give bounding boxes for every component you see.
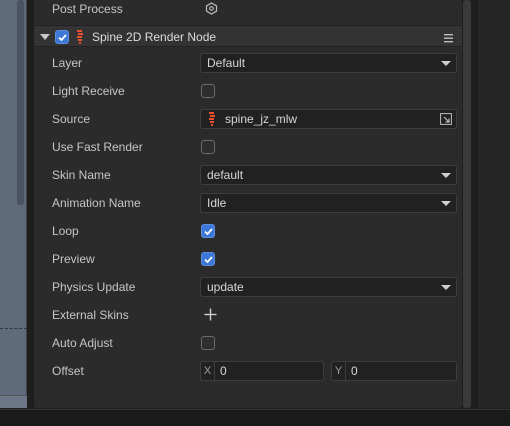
viewport-bottom-bar [0, 395, 27, 408]
inspector-scrollbar[interactable] [463, 0, 471, 408]
physics-update-select[interactable]: update [200, 277, 457, 297]
loop-row: Loop [34, 219, 462, 243]
offset-x-field[interactable]: X 0 [200, 361, 324, 381]
component-enabled-checkbox[interactable] [55, 30, 69, 44]
source-value: spine_jz_mlw [225, 112, 298, 126]
hexagon-icon[interactable] [205, 2, 218, 18]
chevron-down-icon [441, 201, 451, 206]
animation-name-row: Animation Name Idle [34, 191, 462, 215]
right-side-panel [477, 0, 510, 408]
viewport-guide-line [0, 328, 27, 329]
physics-update-label: Physics Update [52, 280, 136, 294]
skin-name-label: Skin Name [52, 168, 111, 182]
skin-name-row: Skin Name default [34, 163, 462, 187]
auto-adjust-label: Auto Adjust [52, 336, 113, 350]
spine-component-header[interactable]: Spine 2D Render Node [34, 25, 462, 47]
menu-icon[interactable] [444, 32, 453, 46]
layer-value: Default [207, 56, 246, 70]
physics-update-row: Physics Update update [34, 275, 462, 299]
add-icon[interactable] [204, 308, 217, 324]
layer-select[interactable]: Default [200, 53, 457, 73]
offset-y-field[interactable]: Y 0 [331, 361, 457, 381]
light-receive-checkbox[interactable] [201, 84, 215, 98]
skin-name-value: default [207, 168, 244, 182]
spine-icon [75, 30, 85, 47]
external-skins-label: External Skins [52, 308, 129, 322]
external-skins-row: External Skins [34, 303, 462, 327]
preview-label: Preview [52, 252, 95, 266]
collapse-arrow-icon[interactable] [40, 34, 50, 40]
light-receive-row: Light Receive [34, 79, 462, 103]
spine-icon [207, 112, 217, 129]
loop-label: Loop [52, 224, 79, 238]
chevron-down-icon [441, 173, 451, 178]
animation-name-select[interactable]: Idle [200, 193, 457, 213]
post-process-row: Post Process [34, 0, 462, 21]
x-axis-label: X [201, 362, 215, 380]
locate-asset-icon[interactable] [440, 113, 452, 128]
chevron-down-icon [441, 61, 451, 66]
auto-adjust-checkbox[interactable] [201, 336, 215, 350]
viewport-scrollbar[interactable] [17, 0, 24, 205]
use-fast-render-checkbox[interactable] [201, 140, 215, 154]
layer-label: Layer [52, 56, 83, 70]
animation-name-label: Animation Name [52, 196, 141, 210]
component-title: Spine 2D Render Node [92, 30, 217, 44]
source-row: Source spine_jz_mlw [34, 107, 462, 131]
use-fast-render-label: Use Fast Render [52, 140, 143, 154]
offset-row: Offset X 0 Y 0 [34, 359, 462, 383]
physics-update-value: update [207, 280, 244, 294]
source-asset-field[interactable]: spine_jz_mlw [200, 109, 457, 129]
status-bar [0, 409, 510, 426]
auto-adjust-row: Auto Adjust [34, 331, 462, 355]
offset-y-value: 0 [351, 364, 358, 378]
post-process-label: Post Process [52, 2, 123, 16]
skin-name-select[interactable]: default [200, 165, 457, 185]
loop-checkbox[interactable] [201, 224, 215, 238]
offset-x-value: 0 [220, 364, 227, 378]
y-axis-label: Y [332, 362, 346, 380]
animation-name-value: Idle [207, 196, 227, 210]
use-fast-render-row: Use Fast Render [34, 135, 462, 159]
layer-row: Layer Default [34, 51, 462, 75]
preview-checkbox[interactable] [201, 252, 215, 266]
scene-viewport[interactable] [0, 0, 27, 408]
source-label: Source [52, 112, 91, 126]
chevron-down-icon [441, 285, 451, 290]
inspector-panel: Post Process Spine 2D Render Node Layer … [34, 0, 462, 408]
light-receive-label: Light Receive [52, 84, 125, 98]
offset-label: Offset [52, 364, 84, 378]
preview-row: Preview [34, 247, 462, 271]
